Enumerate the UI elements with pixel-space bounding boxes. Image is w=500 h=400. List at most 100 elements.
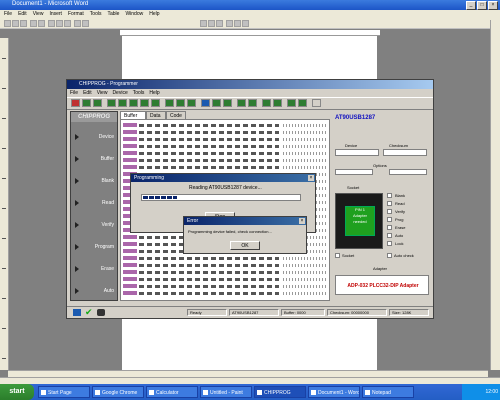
socket-checkbox-label: Socket <box>342 253 355 258</box>
new-doc-icon[interactable] <box>4 20 11 27</box>
copy-icon[interactable] <box>56 20 63 27</box>
cut-icon[interactable] <box>48 20 55 27</box>
menu-window[interactable]: Window <box>125 10 143 19</box>
app-menu-edit[interactable]: Edit <box>83 89 92 97</box>
menu-help[interactable]: Help <box>149 10 159 19</box>
auto-check-checkbox[interactable] <box>387 253 392 258</box>
sidebar-item-buffer[interactable]: Buffer <box>71 154 117 164</box>
save-icon[interactable] <box>20 20 27 27</box>
app-menu-device[interactable]: Device <box>112 89 127 97</box>
erase-icon[interactable] <box>151 99 160 107</box>
option-checkbox[interactable] <box>387 217 392 222</box>
save-file-icon[interactable] <box>93 99 102 107</box>
app-menu-help[interactable]: Help <box>149 89 159 97</box>
tab-data[interactable]: Data <box>146 111 166 119</box>
underline-icon[interactable] <box>216 20 223 27</box>
hex-row <box>123 151 328 156</box>
chip-select-icon[interactable] <box>71 99 80 107</box>
option-checkbox[interactable] <box>387 241 392 246</box>
checksum-field[interactable] <box>383 149 427 156</box>
fuse-icon[interactable] <box>187 99 196 107</box>
ok-button[interactable]: OK <box>230 241 260 250</box>
auto-icon[interactable] <box>165 99 174 107</box>
status-ready: Ready <box>187 309 227 316</box>
settings-icon[interactable] <box>287 99 296 107</box>
option-label: Read <box>395 201 405 206</box>
buffer-icon[interactable] <box>201 99 210 107</box>
option-checkbox[interactable] <box>387 233 392 238</box>
option-field-1[interactable] <box>335 169 373 175</box>
fill-icon[interactable] <box>223 99 232 107</box>
vertical-scrollbar[interactable] <box>490 20 500 370</box>
device-field[interactable] <box>335 149 379 156</box>
menu-tools[interactable]: Tools <box>90 10 102 19</box>
sidebar-item-device[interactable]: Device <box>71 132 117 142</box>
search-icon[interactable] <box>248 99 257 107</box>
help-icon[interactable] <box>312 99 321 107</box>
device-label: Device <box>345 143 358 148</box>
about-icon[interactable] <box>298 99 307 107</box>
minimize-button[interactable]: _ <box>466 1 476 10</box>
app-menu-tools[interactable]: Tools <box>133 89 145 97</box>
menu-format[interactable]: Format <box>68 10 84 19</box>
task-chipprog[interactable]: CHIPPROG <box>254 386 306 398</box>
sidebar-item-program[interactable]: Program <box>71 242 117 252</box>
arrow-right-icon <box>75 134 79 140</box>
italic-icon[interactable] <box>208 20 215 27</box>
menu-file[interactable]: File <box>4 10 12 19</box>
option-checkbox[interactable] <box>387 193 392 198</box>
sidebar-item-blank[interactable]: Blank <box>71 176 117 186</box>
verify-icon[interactable] <box>129 99 138 107</box>
close-icon[interactable]: × <box>308 175 314 181</box>
app-menu-view[interactable]: View <box>97 89 108 97</box>
task-paint[interactable]: Untitled - Paint <box>200 386 252 398</box>
log-icon[interactable] <box>273 99 282 107</box>
sidebar-item-read[interactable]: Read <box>71 198 117 208</box>
task-word[interactable]: Document1 - Word <box>308 386 360 398</box>
program-icon[interactable] <box>140 99 149 107</box>
status-device: AT90USB1287 <box>229 309 279 316</box>
redo-icon[interactable] <box>82 20 89 27</box>
copy-buffer-icon[interactable] <box>237 99 246 107</box>
menu-view[interactable]: View <box>33 10 44 19</box>
sidebar-item-auto[interactable]: Auto <box>71 286 117 296</box>
task-start-page[interactable]: Start Page <box>38 386 90 398</box>
option-checkbox[interactable] <box>387 201 392 206</box>
task-notepad[interactable]: Notepad <box>362 386 414 398</box>
task-calculator[interactable]: Calculator <box>146 386 198 398</box>
paste-icon[interactable] <box>64 20 71 27</box>
option-field-2[interactable] <box>389 169 427 175</box>
task-chrome[interactable]: Google Chrome <box>92 386 144 398</box>
menu-insert[interactable]: Insert <box>49 10 62 19</box>
align-right-icon[interactable] <box>242 20 249 27</box>
open-icon[interactable] <box>12 20 19 27</box>
blank-check-icon[interactable] <box>107 99 116 107</box>
menu-table[interactable]: Table <box>107 10 119 19</box>
arrow-right-icon <box>75 244 79 250</box>
tab-code[interactable]: Code <box>166 111 186 119</box>
serial-icon[interactable] <box>262 99 271 107</box>
close-button[interactable]: × <box>488 1 498 10</box>
tab-buffer[interactable]: Buffer <box>120 111 146 119</box>
option-checkbox[interactable] <box>387 209 392 214</box>
sidebar-item-erase[interactable]: Erase <box>71 264 117 274</box>
close-icon[interactable]: × <box>299 218 305 224</box>
socket-checkbox[interactable] <box>335 253 340 258</box>
start-button[interactable]: start <box>0 384 34 400</box>
edit-buffer-icon[interactable] <box>212 99 221 107</box>
option-checkbox[interactable] <box>387 225 392 230</box>
app-menu-bar: File Edit View Device Tools Help <box>67 89 433 97</box>
config-icon[interactable] <box>176 99 185 107</box>
read-icon[interactable] <box>118 99 127 107</box>
maximize-button[interactable]: □ <box>477 1 487 10</box>
app-menu-file[interactable]: File <box>70 89 78 97</box>
undo-icon[interactable] <box>74 20 81 27</box>
align-center-icon[interactable] <box>234 20 241 27</box>
bold-icon[interactable] <box>200 20 207 27</box>
preview-icon[interactable] <box>38 20 45 27</box>
print-icon[interactable] <box>30 20 37 27</box>
sidebar-item-verify[interactable]: Verify <box>71 220 117 230</box>
menu-edit[interactable]: Edit <box>18 10 27 19</box>
align-left-icon[interactable] <box>226 20 233 27</box>
open-file-icon[interactable] <box>82 99 91 107</box>
